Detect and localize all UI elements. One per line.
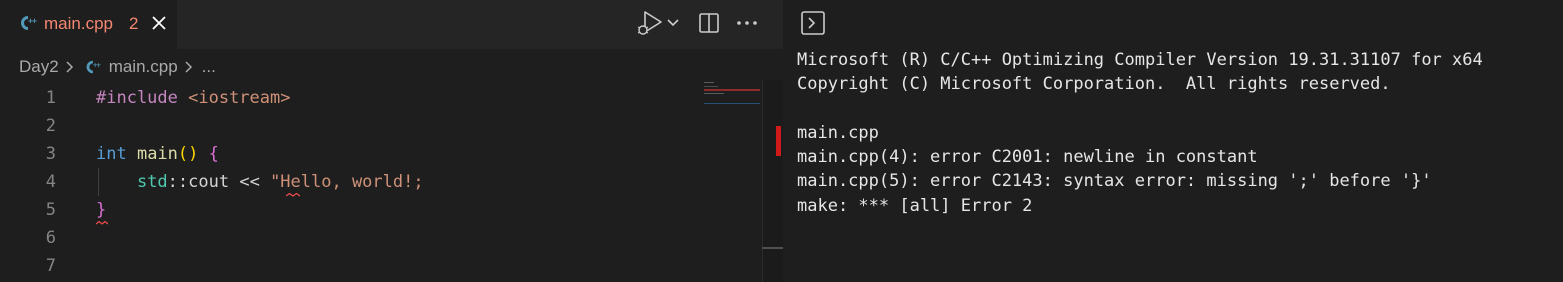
code-token: std <box>136 172 168 192</box>
error-overview-marker <box>776 126 781 156</box>
line-number: 6 <box>45 228 56 248</box>
code-line[interactable]: 1 #include <iostream> <box>0 84 760 112</box>
terminal-line: main.cpp(5): error C2143: syntax error: … <box>797 171 1432 192</box>
tab-title: main.cpp <box>44 14 113 33</box>
code-token: } <box>96 200 107 220</box>
run-debug-icon <box>637 11 662 35</box>
breadcrumb-more[interactable]: ... <box>202 57 216 77</box>
code-token: int <box>96 144 137 164</box>
code-token: cout <box>188 172 230 192</box>
code-line[interactable]: 4 std::cout << "Hello, world!; <box>0 168 760 196</box>
code-token: :: <box>167 172 189 192</box>
run-debug-button[interactable] <box>631 10 665 36</box>
terminal-line: make: *** [all] Error 2 <box>797 195 1033 216</box>
terminal-pane: Microsoft (R) C/C++ Optimizing Compiler … <box>783 0 1563 282</box>
tab-problem-count: 2 <box>129 14 139 33</box>
line-number: 5 <box>45 200 56 220</box>
tab-main-cpp[interactable]: + + main.cpp 2 <box>0 0 177 49</box>
code-token: "Hello, world!; <box>270 172 424 192</box>
svg-text:+: + <box>96 62 101 69</box>
terminal-line: main.cpp(4): error C2001: newline in con… <box>797 147 1258 168</box>
line-number: 2 <box>45 116 56 136</box>
code-token: << <box>229 172 271 192</box>
close-icon[interactable] <box>149 13 169 33</box>
more-actions-button[interactable] <box>734 10 760 36</box>
error-squiggle <box>96 221 108 225</box>
code-line[interactable]: 2 <box>0 112 760 140</box>
line-text: std::cout << "Hello, world!; <box>96 168 424 196</box>
svg-text:+: + <box>32 17 38 25</box>
error-squiggle <box>286 193 300 197</box>
chevron-down-icon <box>667 19 679 27</box>
window: + + main.cpp 2 Day2 + + main.cpp ... 1 #… <box>0 0 1563 282</box>
cpp-file-icon: + + <box>83 58 101 76</box>
code-area[interactable]: 1 #include <iostream> 2 3 int main() {4 std:… <box>0 84 760 280</box>
breadcrumb: Day2 + + main.cpp ... <box>19 55 216 79</box>
scrollbar-cursor-marker <box>762 247 783 249</box>
line-number: 7 <box>45 256 56 276</box>
line-number: 1 <box>45 88 56 108</box>
indent-guide <box>98 168 99 196</box>
terminal-output[interactable]: Microsoft (R) C/C++ Optimizing Compiler … <box>797 48 1483 218</box>
split-editor-icon <box>699 13 719 33</box>
more-actions-icon <box>737 21 757 25</box>
code-line[interactable]: 6 <box>0 224 760 252</box>
terminal-line: Microsoft (R) C/C++ Optimizing Compiler … <box>797 50 1483 70</box>
line-text: #include <iostream> <box>96 84 290 112</box>
code-token: #include <box>96 88 189 108</box>
minimap <box>704 82 760 104</box>
breadcrumb-folder[interactable]: Day2 <box>19 57 59 77</box>
code-line[interactable]: 5} <box>0 196 760 224</box>
split-editor-button[interactable] <box>696 10 722 36</box>
code-line[interactable]: 7 <box>0 252 760 280</box>
chevron-right-icon <box>65 60 75 74</box>
line-number: 3 <box>45 144 56 164</box>
line-text: int main() { <box>96 140 219 168</box>
breadcrumb-file[interactable]: main.cpp <box>109 57 178 77</box>
terminal-line: main.cpp <box>797 122 879 143</box>
code-token: { <box>208 144 219 164</box>
cpp-file-icon: + + <box>21 16 38 30</box>
code-token: <iostream> <box>188 88 291 108</box>
chevron-right-icon <box>184 60 194 74</box>
code-line[interactable]: 3 int main() { <box>0 140 760 168</box>
code-token: main <box>136 144 178 164</box>
line-text: } <box>96 196 106 224</box>
editor-pane: + + main.cpp 2 Day2 + + main.cpp ... 1 #… <box>0 0 784 282</box>
code-token: () <box>177 144 209 164</box>
line-number: 4 <box>45 172 56 192</box>
vertical-scrollbar[interactable] <box>762 80 784 282</box>
terminal-icon[interactable] <box>800 10 826 36</box>
terminal-line: Copyright (C) Microsoft Corporation. All… <box>797 74 1391 95</box>
terminal-header <box>783 0 1563 44</box>
tab-bar: + + main.cpp 2 <box>0 0 783 49</box>
run-options-button[interactable] <box>665 10 681 36</box>
